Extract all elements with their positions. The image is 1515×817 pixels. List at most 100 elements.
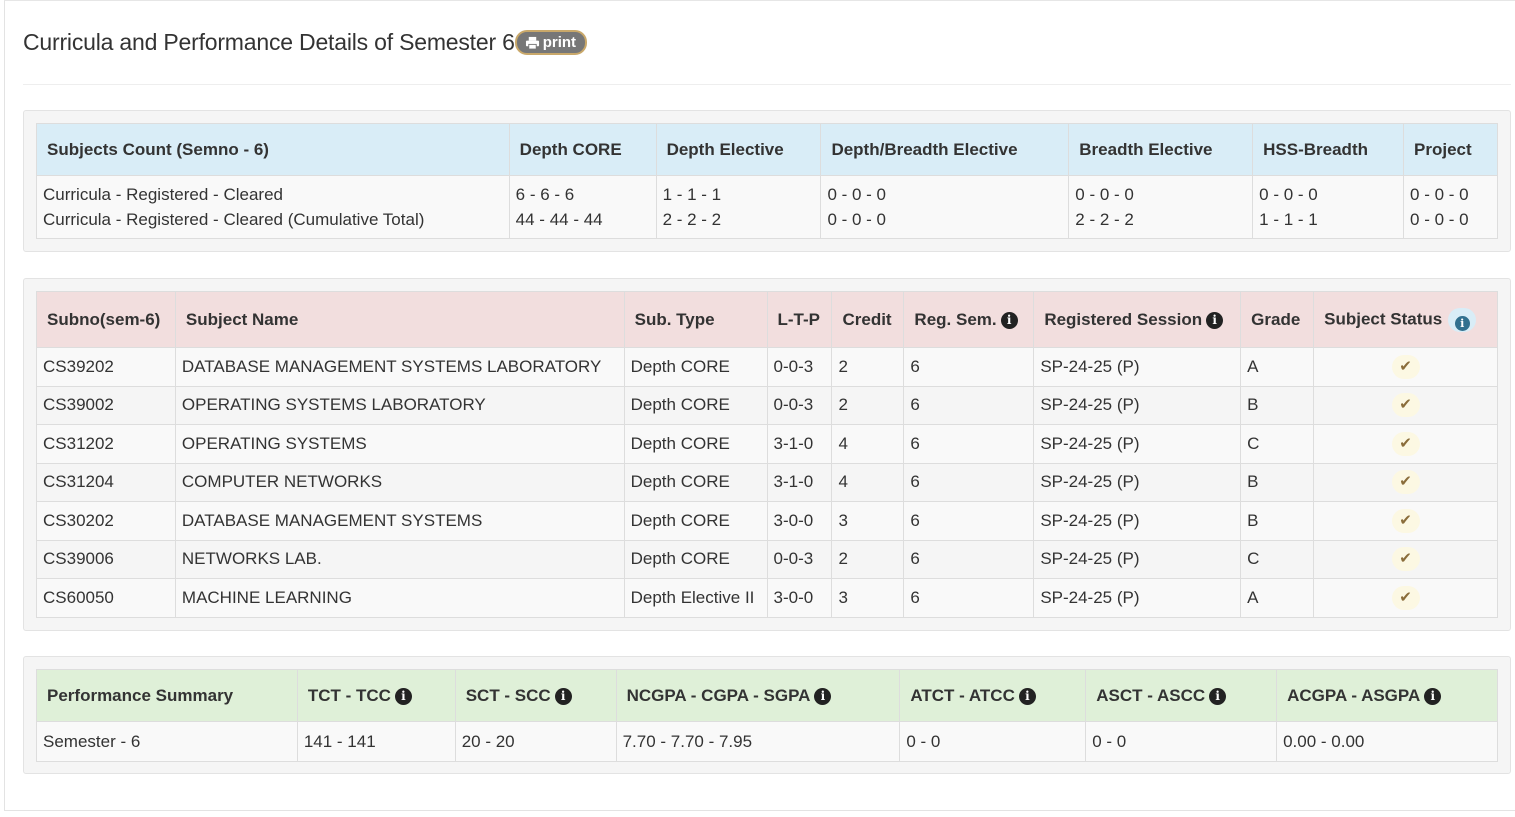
col-header-label: ASCT - ASCC <box>1096 685 1206 705</box>
col-header-label: SCT - SCC <box>465 685 551 705</box>
credit-cell: 4 <box>831 462 905 502</box>
ltp-cell: 0-0-3 <box>766 347 833 387</box>
divider <box>23 84 1511 85</box>
count-cell: 0 - 0 - 0 1 - 1 - 1 <box>1252 175 1405 239</box>
subject-type-cell: Depth CORE <box>623 385 768 425</box>
subject-type-cell: Depth CORE <box>623 347 768 387</box>
info-icon[interactable]: i <box>394 687 412 705</box>
row-labels-cell: Curricula - Registered - Cleared Curricu… <box>36 175 510 239</box>
subjects-count-row: Curricula - Registered - Cleared Curricu… <box>36 175 1498 239</box>
grade-cell: C <box>1240 539 1315 579</box>
count-cell: 0 - 0 - 0 2 - 2 - 2 <box>1068 175 1254 239</box>
subject-name-cell: OPERATING SYSTEMS LABORATORY <box>174 385 625 425</box>
col-header: Grade <box>1240 291 1315 348</box>
credit-cell: 4 <box>831 424 905 464</box>
subject-code-cell: CS31204 <box>36 462 176 502</box>
registered-session-cell: SP-24-25 (P) <box>1033 462 1242 502</box>
ltp-cell: 3-1-0 <box>766 462 833 502</box>
count-value: 2 - 2 - 2 <box>662 210 722 229</box>
performance-cell: 141 - 141 <box>296 721 456 762</box>
subjects-table: Subno(sem-6) Subject Name Sub. Type L-T-… <box>36 291 1498 618</box>
col-header-asct-ascc: ASCT - ASCC i <box>1085 669 1278 722</box>
credit-cell: 3 <box>831 501 905 541</box>
info-icon[interactable]: i <box>814 687 832 705</box>
performance-cell: 0.00 - 0.00 <box>1276 721 1498 762</box>
grade-cell: B <box>1240 462 1315 502</box>
credit-cell: 2 <box>831 347 905 387</box>
info-icon[interactable]: i <box>1206 311 1224 329</box>
subject-name-cell: OPERATING SYSTEMS <box>174 424 625 464</box>
subject-name-cell: DATABASE MANAGEMENT SYSTEMS <box>174 501 625 541</box>
check-icon: ✔ <box>1391 354 1420 379</box>
count-value: 1 - 1 - 1 <box>662 185 722 204</box>
col-header-gpa: NCGPA - CGPA - SGPA i <box>615 669 901 722</box>
credit-cell: 2 <box>831 385 905 425</box>
reg-sem-cell: 6 <box>903 385 1035 425</box>
page-container: Curricula and Performance Details of Sem… <box>4 0 1515 811</box>
registered-session-cell: SP-24-25 (P) <box>1033 347 1242 387</box>
count-value: 0 - 0 - 0 <box>1410 210 1469 229</box>
info-icon[interactable]: i <box>1000 311 1018 329</box>
table-row: CS39202 DATABASE MANAGEMENT SYSTEMS LABOR… <box>36 347 1498 387</box>
print-label: print <box>542 34 577 51</box>
credit-cell: 2 <box>831 539 905 579</box>
count-value: 0 - 0 - 0 <box>1259 185 1318 204</box>
subject-type-cell: Depth CORE <box>623 501 768 541</box>
check-icon: ✔ <box>1391 470 1420 495</box>
col-header: Depth Elective <box>655 123 822 176</box>
performance-header-row: Performance Summary TCT - TCC i SCT - SCC… <box>36 669 1498 722</box>
col-header-label: Reg. Sem. <box>914 309 997 329</box>
title-row: Curricula and Performance Details of Sem… <box>23 29 588 56</box>
subjects-header-row: Subno(sem-6) Subject Name Sub. Type L-T-… <box>36 291 1498 348</box>
page-title: Curricula and Performance Details of Sem… <box>23 29 515 55</box>
subject-status-cell: ✔ <box>1313 385 1498 425</box>
subject-status-cell: ✔ <box>1313 462 1498 502</box>
subjects-count-table: Subjects Count (Semno - 6) Depth CORE De… <box>36 123 1498 239</box>
registered-session-cell: SP-24-25 (P) <box>1033 424 1242 464</box>
col-header-label: Registered Session <box>1044 309 1203 329</box>
subject-status-cell: ✔ <box>1313 501 1498 541</box>
info-icon[interactable]: i <box>554 687 572 705</box>
count-value: 0 - 0 - 0 <box>827 185 887 204</box>
col-header: Breadth Elective <box>1068 123 1254 176</box>
reg-sem-cell: 6 <box>903 347 1035 387</box>
grade-cell: B <box>1240 385 1315 425</box>
table-row: CS31202 OPERATING SYSTEMS Depth CORE 3-1-0 4… <box>36 424 1498 464</box>
reg-sem-cell: 6 <box>903 501 1035 541</box>
info-icon[interactable]: i <box>1209 687 1227 705</box>
row-label: Curricula - Registered - Cleared <box>43 185 283 204</box>
subject-status-cell: ✔ <box>1313 539 1498 579</box>
check-icon: ✔ <box>1391 431 1420 456</box>
reg-sem-cell: 6 <box>903 462 1035 502</box>
count-value: 44 - 44 - 44 <box>515 210 603 229</box>
col-header: Subjects Count (Semno - 6) <box>36 123 510 176</box>
row-label: Curricula - Registered - Cleared (Cumula… <box>43 210 425 229</box>
table-row: CS39002 OPERATING SYSTEMS LABORATORY Depth… <box>36 385 1498 425</box>
registered-session-cell: SP-24-25 (P) <box>1033 578 1242 618</box>
subject-status-cell: ✔ <box>1313 347 1498 387</box>
subject-name-cell: DATABASE MANAGEMENT SYSTEMS LABORATORY <box>174 347 625 387</box>
subject-code-cell: CS39006 <box>36 539 176 579</box>
info-icon[interactable]: i <box>1424 687 1442 705</box>
col-header-label: NCGPA - CGPA - SGPA <box>626 685 811 705</box>
col-header: Subno(sem-6) <box>36 291 176 348</box>
print-icon <box>525 36 539 50</box>
performance-panel: Performance Summary TCT - TCC i SCT - SCC… <box>23 656 1511 774</box>
performance-cell: Semester - 6 <box>36 721 298 762</box>
col-header-label: ATCT - ATCC <box>910 685 1015 705</box>
subject-code-cell: CS39002 <box>36 385 176 425</box>
col-header: Depth CORE <box>508 123 657 176</box>
performance-table: Performance Summary TCT - TCC i SCT - SCC… <box>36 669 1498 762</box>
col-header-atct-atcc: ATCT - ATCC i <box>899 669 1087 722</box>
col-header-label: TCT - TCC <box>307 685 391 705</box>
registered-session-cell: SP-24-25 (P) <box>1033 539 1242 579</box>
grade-cell: B <box>1240 501 1315 541</box>
info-icon[interactable]: i <box>1448 307 1477 332</box>
count-value: 2 - 2 - 2 <box>1075 210 1134 229</box>
col-header-label: Subject Status <box>1324 308 1443 328</box>
performance-cell: 20 - 20 <box>454 721 617 762</box>
print-button[interactable]: print <box>514 30 588 55</box>
subject-status-cell: ✔ <box>1313 424 1498 464</box>
table-row: CS31204 COMPUTER NETWORKS Depth CORE 3-1-0 4… <box>36 462 1498 502</box>
info-icon[interactable]: i <box>1018 687 1036 705</box>
